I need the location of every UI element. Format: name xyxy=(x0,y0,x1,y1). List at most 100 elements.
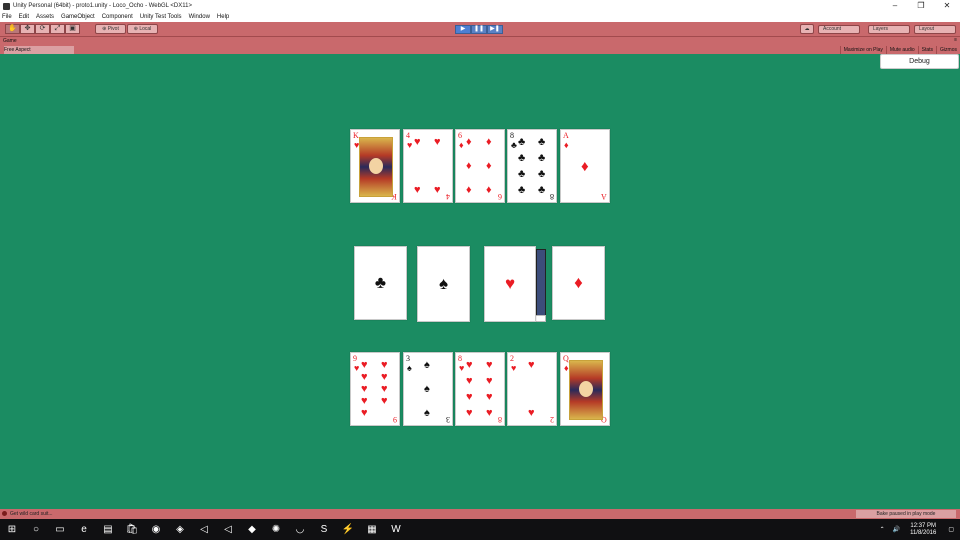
card-pip: ♥ xyxy=(414,183,421,196)
layers-dropdown[interactable]: Layers xyxy=(868,25,910,34)
card-pip: ♥ xyxy=(414,136,421,149)
app-icon-grid[interactable]: ▦ xyxy=(365,523,379,537)
menu-help[interactable]: Help xyxy=(217,14,229,20)
move-tool-icon[interactable]: ✥ xyxy=(20,24,35,34)
card-pip: ♥ xyxy=(466,406,473,419)
court-face xyxy=(369,158,383,174)
restore-button[interactable]: ❐ xyxy=(908,0,934,12)
player-card[interactable]: 8 ♥ 8 ♥ ♥ ♥ ♥ ♥ ♥ ♥ ♥ xyxy=(455,352,505,426)
rotate-tool-icon[interactable]: ⟳ xyxy=(35,24,50,34)
card-suit-corner: ♦ xyxy=(564,363,569,373)
opponent-card[interactable]: 4 ♥ 4 ♥ ♥ ♥ ♥ xyxy=(403,129,453,203)
task-view-icon[interactable]: ▭ xyxy=(53,523,67,537)
unity-alt-icon[interactable]: ◁ xyxy=(221,523,235,537)
suit-choice-icon: ♥ xyxy=(504,274,516,293)
card-rank: K xyxy=(353,131,359,140)
search-icon[interactable]: ○ xyxy=(29,523,43,537)
court-face xyxy=(579,381,593,397)
aspect-dropdown[interactable]: Free Aspect xyxy=(4,46,74,54)
status-bar: Get wild card suit... Bake paused in pla… xyxy=(0,509,960,519)
menu-assets[interactable]: Assets xyxy=(36,14,54,20)
volume-icon[interactable]: 🔊 xyxy=(893,526,900,533)
tab-game[interactable]: Game xyxy=(3,38,17,45)
card-rank: 8 xyxy=(458,354,462,363)
app-icon-star[interactable]: ✺ xyxy=(269,523,283,537)
suit-choice-card[interactable]: ♥ xyxy=(484,246,536,322)
file-explorer-icon[interactable]: ▤ xyxy=(101,523,115,537)
player-card[interactable]: 2 ♥ 2 ♥ ♥ xyxy=(507,352,557,426)
visual-studio-icon[interactable]: ◈ xyxy=(173,523,187,537)
menu-unity-test-tools[interactable]: Unity Test Tools xyxy=(140,14,182,20)
step-icon[interactable]: ▶❚ xyxy=(487,25,503,34)
card-rank: 9 xyxy=(353,354,357,363)
unity-icon[interactable]: ◁ xyxy=(197,523,211,537)
start-icon[interactable]: ⊞ xyxy=(5,523,19,537)
play-icon[interactable]: ▶ xyxy=(455,25,471,34)
suit-choice-card[interactable]: ♠ xyxy=(417,246,470,322)
card-pip: ♥ xyxy=(381,371,388,384)
card-pip: ♥ xyxy=(381,383,388,395)
close-button[interactable]: ✕ xyxy=(934,0,960,12)
opponent-card[interactable]: 8 ♣ 8 ♣ ♣ ♣ ♣ ♣ ♣ ♣ ♣ xyxy=(507,129,557,203)
card-pip: ♦ xyxy=(486,183,492,196)
pivot-toggle[interactable]: ⊕ Pivot xyxy=(95,24,126,34)
pause-icon[interactable]: ❚❚ xyxy=(471,25,487,34)
card-pip: ♥ xyxy=(361,394,368,407)
suit-choice-card[interactable]: ♣ xyxy=(354,246,407,320)
app-icon-smile[interactable]: ◡ xyxy=(293,523,307,537)
card-pip: ♣ xyxy=(538,183,546,196)
player-card[interactable]: Q ♦ Q xyxy=(560,352,610,426)
bake-status: Bake paused in play mode xyxy=(856,510,956,518)
menu-window[interactable]: Window xyxy=(189,14,210,20)
maximize-on-play-toggle[interactable]: Maximize on Play xyxy=(839,46,886,54)
scale-tool-icon[interactable]: ⤢ xyxy=(50,24,65,34)
app-icon-bolt[interactable]: ⚡ xyxy=(341,523,355,537)
card-suit-corner: ♥ xyxy=(511,363,517,373)
app-icon-diamond[interactable]: ◆ xyxy=(245,523,259,537)
card-rank-bottom: 4 xyxy=(446,192,450,201)
card-pip: ♣ xyxy=(518,136,526,149)
edge-icon[interactable]: e xyxy=(77,523,91,537)
card-rank-bottom: 9 xyxy=(393,415,397,424)
status-message[interactable]: Get wild card suit... xyxy=(10,509,53,519)
player-card[interactable]: 9 ♥ 9 ♥ ♥ ♥ ♥ ♥ ♥ ♥ ♥ ♥ xyxy=(350,352,400,426)
stats-toggle[interactable]: Stats xyxy=(917,46,936,54)
player-card[interactable]: 3 ♠ 3 ♠ ♠ ♠ xyxy=(403,352,453,426)
minimize-button[interactable]: – xyxy=(882,0,908,12)
local-toggle[interactable]: ⊕ Local xyxy=(127,24,158,34)
card-rank: 8 xyxy=(510,131,514,140)
suit-choice-icon: ♣ xyxy=(374,273,387,292)
cloud-icon[interactable]: ☁ xyxy=(800,24,814,34)
card-suit-corner: ♥ xyxy=(407,140,413,150)
hand-tool-icon[interactable]: ✋ xyxy=(5,24,20,34)
skype-icon[interactable]: S xyxy=(317,523,331,537)
clock-date: 11/8/2016 xyxy=(910,529,937,536)
main-toolbar: ✋ ✥ ⟳ ⤢ ▣ ⊕ Pivot ⊕ Local ▶ ❚❚ ▶❚ ☁ Acco… xyxy=(0,22,960,37)
account-dropdown[interactable]: Account xyxy=(818,25,860,34)
menu-component[interactable]: Component xyxy=(102,14,133,20)
suit-choice-card[interactable]: ♦ xyxy=(552,246,605,320)
card-pip: ♥ xyxy=(381,359,388,372)
menu-edit[interactable]: Edit xyxy=(19,14,29,20)
opponent-card[interactable]: A ♦ A ♦ xyxy=(560,129,610,203)
layout-dropdown[interactable]: Layout xyxy=(914,25,956,34)
gizmos-dropdown[interactable]: Gizmos xyxy=(936,46,960,54)
notifications-icon[interactable]: ▢ xyxy=(948,526,954,533)
store-icon[interactable]: 🛍 xyxy=(125,523,139,537)
opponent-card[interactable]: 6 ♦ 6 ♦ ♦ ♦ ♦ ♦ ♦ xyxy=(455,129,505,203)
menu-gameobject[interactable]: GameObject xyxy=(61,14,95,20)
tray-overflow-icon[interactable]: ⌃ xyxy=(880,526,885,533)
menu-bar: File Edit Assets GameObject Component Un… xyxy=(0,12,960,22)
rect-tool-icon[interactable]: ▣ xyxy=(65,24,80,34)
card-pip: ♠ xyxy=(424,359,430,372)
menu-file[interactable]: File xyxy=(2,14,12,20)
mute-audio-toggle[interactable]: Mute audio xyxy=(885,46,918,54)
opponent-card[interactable]: K ♥ K xyxy=(350,129,400,203)
unity-editor-window: Unity Personal (64bit) - proto1.unity - … xyxy=(0,0,960,540)
word-icon[interactable]: W xyxy=(389,523,403,537)
chrome-icon[interactable]: ◉ xyxy=(149,523,163,537)
clock[interactable]: 12:37 PM 11/8/2016 xyxy=(910,523,936,537)
tab-menu-icon[interactable]: ≡ xyxy=(954,37,957,44)
debug-button[interactable]: Debug xyxy=(880,54,959,69)
card-pip: ♥ xyxy=(466,390,473,403)
